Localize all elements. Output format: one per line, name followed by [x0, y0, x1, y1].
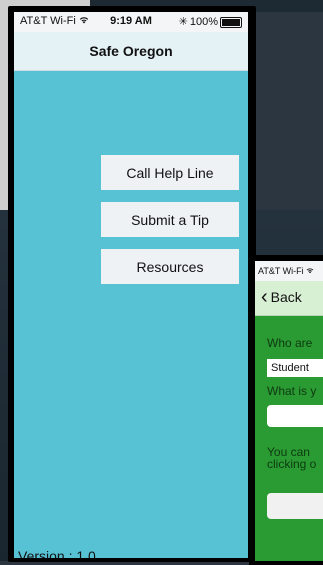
bluetooth-icon: ✳ — [178, 16, 188, 28]
carrier-label-2: AT&T Wi-Fi — [258, 266, 304, 276]
status-bar: AT&T Wi-Fi 9:19 AM ✳ 100% — [14, 12, 248, 32]
main-phone-frame: AT&T Wi-Fi 9:19 AM ✳ 100% Safe Oregon Cal… — [8, 6, 256, 562]
main-screen: AT&T Wi-Fi 9:19 AM ✳ 100% Safe Oregon Cal… — [14, 12, 248, 558]
info-line-2: clicking o — [267, 457, 317, 471]
nav-bar-2: ‹ Back — [255, 281, 323, 316]
page-title: Safe Oregon — [89, 43, 173, 59]
status-bar-2: AT&T Wi-Fi — [255, 261, 323, 281]
nav-bar: Safe Oregon — [14, 32, 248, 71]
resources-button[interactable]: Resources — [101, 249, 239, 284]
chevron-left-icon: ‹ — [261, 286, 268, 308]
role-select[interactable]: Student — [267, 359, 323, 377]
battery-icon — [220, 16, 242, 28]
battery-percent: 100% — [189, 16, 218, 28]
status-right: ✳ 100% — [179, 15, 242, 28]
second-phone-frame: AT&T Wi-Fi ‹ Back Who are Student What i… — [249, 255, 323, 565]
text-input[interactable] — [267, 405, 323, 427]
status-carrier-2: AT&T Wi-Fi — [258, 266, 314, 276]
question-who: Who are — [267, 336, 313, 350]
version-label: Version : 1.0 — [18, 548, 96, 558]
role-value: Student — [271, 362, 309, 374]
question-what: What is y — [267, 384, 317, 398]
back-label: Back — [270, 289, 302, 305]
info-text: You can clicking o — [267, 446, 316, 470]
wifi-icon — [306, 266, 314, 276]
back-button[interactable]: ‹ Back — [261, 286, 302, 308]
action-button[interactable] — [267, 493, 323, 519]
submit-tip-button[interactable]: Submit a Tip — [101, 202, 239, 237]
second-screen: AT&T Wi-Fi ‹ Back Who are Student What i… — [255, 261, 323, 561]
call-help-line-button[interactable]: Call Help Line — [101, 155, 239, 190]
